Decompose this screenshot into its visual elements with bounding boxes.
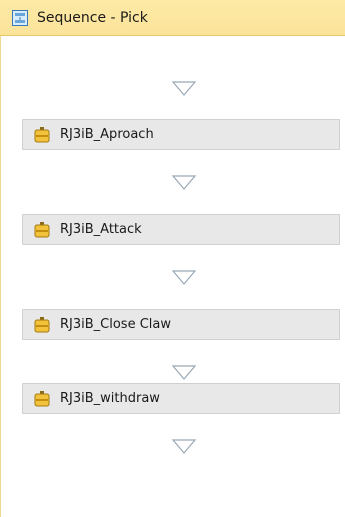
- activity-close-claw[interactable]: RJ3iB_Close Claw: [22, 309, 340, 340]
- sequence-header[interactable]: Sequence - Pick: [0, 0, 345, 36]
- activity-withdraw[interactable]: RJ3iB_withdraw: [22, 383, 340, 414]
- sequence-body: RJ3iB_Aproach RJ3iB_Attack RJ3iB_Close C…: [0, 36, 345, 517]
- activity-label: RJ3iB_withdraw: [60, 391, 160, 406]
- activity-label: RJ3iB_Aproach: [60, 127, 154, 142]
- activity-label: RJ3iB_Close Claw: [60, 317, 172, 332]
- activity-icon: [33, 316, 51, 334]
- sequence-title: Sequence - Pick: [37, 10, 148, 26]
- activity-icon: [33, 126, 51, 144]
- activity-label: RJ3iB_Attack: [60, 222, 142, 237]
- sequence-icon: [11, 9, 29, 27]
- activity-attack[interactable]: RJ3iB_Attack: [22, 214, 340, 245]
- drop-arrow-icon[interactable]: [171, 269, 197, 287]
- drop-arrow-icon[interactable]: [171, 438, 197, 456]
- drop-arrow-icon[interactable]: [171, 80, 197, 98]
- drop-arrow-icon[interactable]: [171, 174, 197, 192]
- activity-icon: [33, 390, 51, 408]
- drop-arrow-icon[interactable]: [171, 364, 197, 382]
- activity-aproach[interactable]: RJ3iB_Aproach: [22, 119, 340, 150]
- sequence-container[interactable]: Sequence - Pick RJ3iB_Aproach RJ3iB_Atta…: [0, 0, 345, 517]
- activity-icon: [33, 221, 51, 239]
